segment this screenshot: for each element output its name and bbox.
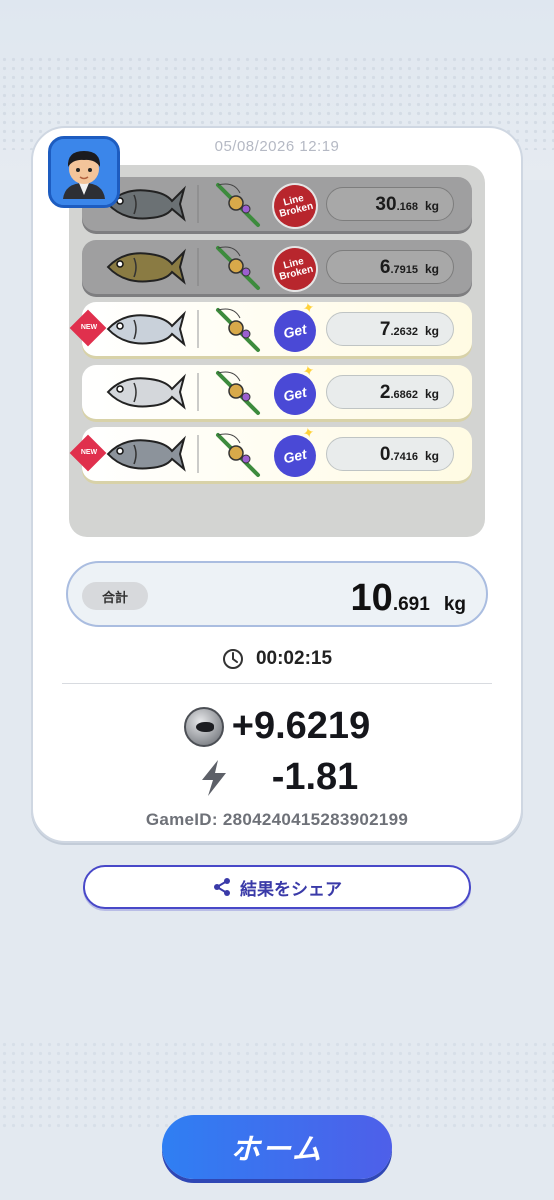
total-weight-value: 10 .691 kg <box>351 577 466 620</box>
game-id: GameID: 2804240415283902199 <box>145 810 409 829</box>
fishing-rod-icon <box>216 308 260 352</box>
rod-image <box>214 179 264 229</box>
weight-dec: .7416 <box>390 451 418 463</box>
fish-image <box>104 244 186 290</box>
weight-unit: kg <box>424 449 439 463</box>
share-icon <box>214 878 230 896</box>
row-divider <box>197 373 199 411</box>
weight-unit: kg <box>424 324 439 338</box>
weight-int: 7 <box>379 319 391 340</box>
fish-icon <box>106 435 186 472</box>
row-divider <box>197 310 199 348</box>
player-avatar[interactable] <box>48 136 120 208</box>
avatar-icon <box>51 139 117 205</box>
weight-pill: 30.168 kg <box>326 187 454 221</box>
get-badge: Get <box>270 431 320 481</box>
fish-icon <box>106 248 186 285</box>
share-button[interactable]: 結果をシェア <box>83 865 471 909</box>
row-divider <box>197 435 199 473</box>
row-divider <box>197 185 199 223</box>
get-badge: Get <box>270 306 320 356</box>
status-text: Line Broken <box>278 192 315 220</box>
fish-image <box>104 369 186 415</box>
weight-pill: 7.2632 kg <box>326 312 454 346</box>
weight-dec: .7915 <box>390 264 418 276</box>
line-broken-badge: Line Broken <box>269 180 321 232</box>
catch-row[interactable]: NEW Get 0.7416 kg <box>69 427 472 481</box>
fishing-rod-icon <box>216 433 260 477</box>
share-button-label: 結果をシェア <box>240 879 342 899</box>
weight-dec: .6862 <box>390 389 418 401</box>
catch-row[interactable]: Get 2.6862 kg <box>82 365 472 419</box>
fish-icon <box>106 310 186 347</box>
weight-pill: 0.7416 kg <box>326 437 454 471</box>
divider <box>62 683 492 684</box>
catch-row[interactable]: Line Broken 30.168 kg <box>82 177 472 232</box>
rod-image <box>214 242 264 292</box>
total-weight-unit: kg <box>443 594 466 615</box>
energy-cost-value: -1.81 <box>271 756 359 798</box>
weight-pill: 6.7915 kg <box>326 250 454 284</box>
weight-dec: .2632 <box>390 326 418 338</box>
fish-image <box>104 431 186 477</box>
energy-cost: -1.81 <box>0 756 554 799</box>
weight-int: 2 <box>379 382 391 403</box>
new-label: NEW <box>80 449 98 456</box>
status-text: Get <box>281 320 309 342</box>
catch-row[interactable]: Line Broken 6.7915 kg <box>82 240 472 295</box>
clock-icon <box>222 649 243 669</box>
row-divider <box>197 248 199 286</box>
fishing-rod-icon <box>216 246 260 290</box>
rod-image <box>214 304 264 354</box>
total-weight-dec: .691 <box>392 594 430 615</box>
weight-int: 0 <box>379 444 391 465</box>
status-text: Get <box>281 445 309 467</box>
weight-unit: kg <box>424 387 439 401</box>
get-badge: Get <box>270 369 320 419</box>
rod-image <box>214 429 264 479</box>
new-label: NEW <box>80 324 98 331</box>
coin-reward-value: +9.6219 <box>231 705 371 747</box>
weight-int: 6 <box>379 257 391 278</box>
coin-reward: +9.6219 <box>0 705 554 748</box>
home-button-label: ホーム <box>230 1134 324 1166</box>
home-button[interactable]: ホーム <box>162 1115 392 1179</box>
weight-pill: 2.6862 kg <box>326 375 454 409</box>
status-text: Line Broken <box>278 255 315 283</box>
fishing-rod-icon <box>216 183 260 227</box>
lightning-icon <box>201 759 226 796</box>
game-timer: 00:02:15 <box>0 648 554 670</box>
rod-image <box>214 367 264 417</box>
weight-dec: .168 <box>396 201 418 213</box>
line-broken-badge: Line Broken <box>269 243 321 295</box>
total-weight-box: 合計 10 .691 kg <box>66 561 488 627</box>
weight-int: 30 <box>375 194 397 215</box>
catch-row[interactable]: NEW Get 7.2632 kg <box>69 302 472 356</box>
weight-unit: kg <box>424 262 439 276</box>
total-weight-int: 10 <box>350 577 393 619</box>
status-text: Get <box>281 383 309 405</box>
fish-image <box>104 306 186 352</box>
weight-unit: kg <box>424 199 439 213</box>
coin-icon <box>183 706 224 747</box>
total-label: 合計 <box>82 582 148 610</box>
fishing-rod-icon <box>216 371 260 415</box>
timer-value: 00:02:15 <box>255 648 333 669</box>
fish-icon <box>106 373 186 410</box>
